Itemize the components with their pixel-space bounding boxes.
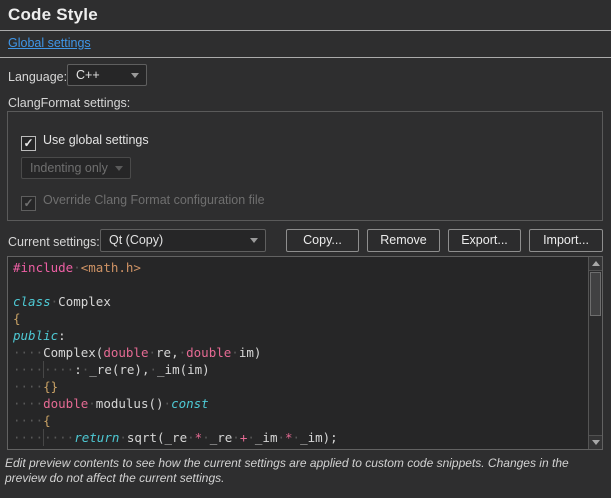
language-label: Language: [8, 70, 67, 84]
override-clang-format-label: Override Clang Format configuration file [43, 193, 265, 207]
triangle-up-icon [592, 261, 600, 266]
code-content: #include·<math.h> class·Complex{public:·… [13, 259, 586, 446]
title-separator [0, 30, 611, 31]
code-line: public: [13, 327, 586, 344]
global-settings-link[interactable]: Global settings [8, 36, 91, 50]
use-global-settings-checkbox[interactable]: ✓ Use global settings [21, 131, 149, 151]
code-line: ····double·modulus()·const [13, 395, 586, 412]
scrollbar-thumb[interactable] [590, 272, 601, 316]
language-combobox-value: C++ [76, 68, 100, 82]
copy-button[interactable]: Copy... [286, 229, 359, 252]
current-settings-combobox[interactable]: Qt (Copy) [100, 229, 266, 252]
link-separator [0, 57, 611, 58]
footer-note: Edit preview contents to see how the cur… [5, 456, 607, 486]
vertical-scrollbar[interactable] [588, 257, 602, 449]
chevron-down-icon [250, 238, 258, 243]
code-line: ····{} [13, 378, 586, 395]
code-line [13, 276, 586, 293]
code-line: { [13, 310, 586, 327]
code-line: ····{ [13, 412, 586, 429]
formatting-mode-combobox[interactable]: Indenting only [21, 157, 131, 179]
code-preview-editor[interactable]: #include·<math.h> class·Complex{public:·… [7, 256, 603, 450]
current-settings-label: Current settings: [8, 235, 100, 249]
clangformat-settings-label: ClangFormat settings: [8, 96, 130, 110]
code-line: class·Complex [13, 293, 586, 310]
use-global-settings-label: Use global settings [43, 133, 149, 147]
chevron-down-icon [115, 166, 123, 171]
formatting-mode-value: Indenting only [30, 161, 108, 175]
page-title: Code Style [8, 5, 98, 25]
triangle-down-icon [592, 440, 600, 445]
checkbox-checked-icon: ✓ [21, 196, 36, 211]
scrollbar-down-button[interactable] [589, 435, 602, 449]
code-line: ····Complex(double·re,·double·im) [13, 344, 586, 361]
scrollbar-up-button[interactable] [589, 257, 602, 271]
language-combobox[interactable]: C++ [67, 64, 147, 86]
code-line: ········return·sqrt(_re·*·_re·+·_im·*·_i… [13, 429, 586, 446]
export-button[interactable]: Export... [448, 229, 521, 252]
code-line: ········:·_re(re),·_im(im) [13, 361, 586, 378]
import-button[interactable]: Import... [529, 229, 603, 252]
code-line: #include·<math.h> [13, 259, 586, 276]
current-settings-value: Qt (Copy) [109, 233, 163, 247]
remove-button[interactable]: Remove [367, 229, 440, 252]
chevron-down-icon [131, 73, 139, 78]
checkbox-checked-icon: ✓ [21, 136, 36, 151]
override-clang-format-checkbox[interactable]: ✓ Override Clang Format configuration fil… [21, 191, 265, 211]
